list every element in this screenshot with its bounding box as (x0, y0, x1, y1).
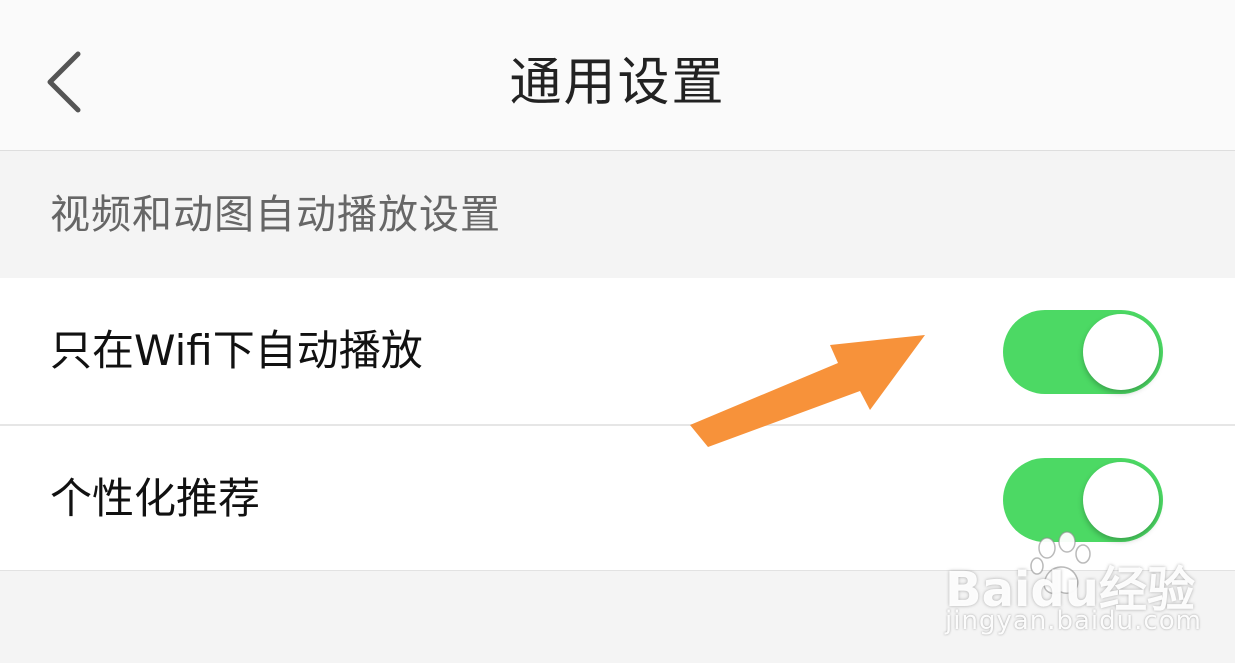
navigation-bar: 通用设置 (0, 0, 1235, 151)
setting-row-wifi-autoplay: 只在Wifi下自动播放 (0, 278, 1235, 426)
toggle-knob (1083, 314, 1159, 390)
toggle-knob (1083, 462, 1159, 538)
page-title: 通用设置 (509, 53, 726, 113)
wifi-autoplay-toggle[interactable] (1003, 310, 1163, 394)
section-label: 视频和动图自动播放设置 (50, 192, 501, 238)
setting-row-personalized-recommendation: 个性化推荐 (0, 426, 1235, 571)
personalized-recommendation-toggle[interactable] (1003, 458, 1163, 542)
setting-label: 只在Wifi下自动播放 (50, 326, 423, 375)
watermark-url: jingyan.baidu.com (945, 606, 1202, 636)
setting-label: 个性化推荐 (50, 474, 261, 523)
section-header: 视频和动图自动播放设置 (0, 151, 1235, 277)
